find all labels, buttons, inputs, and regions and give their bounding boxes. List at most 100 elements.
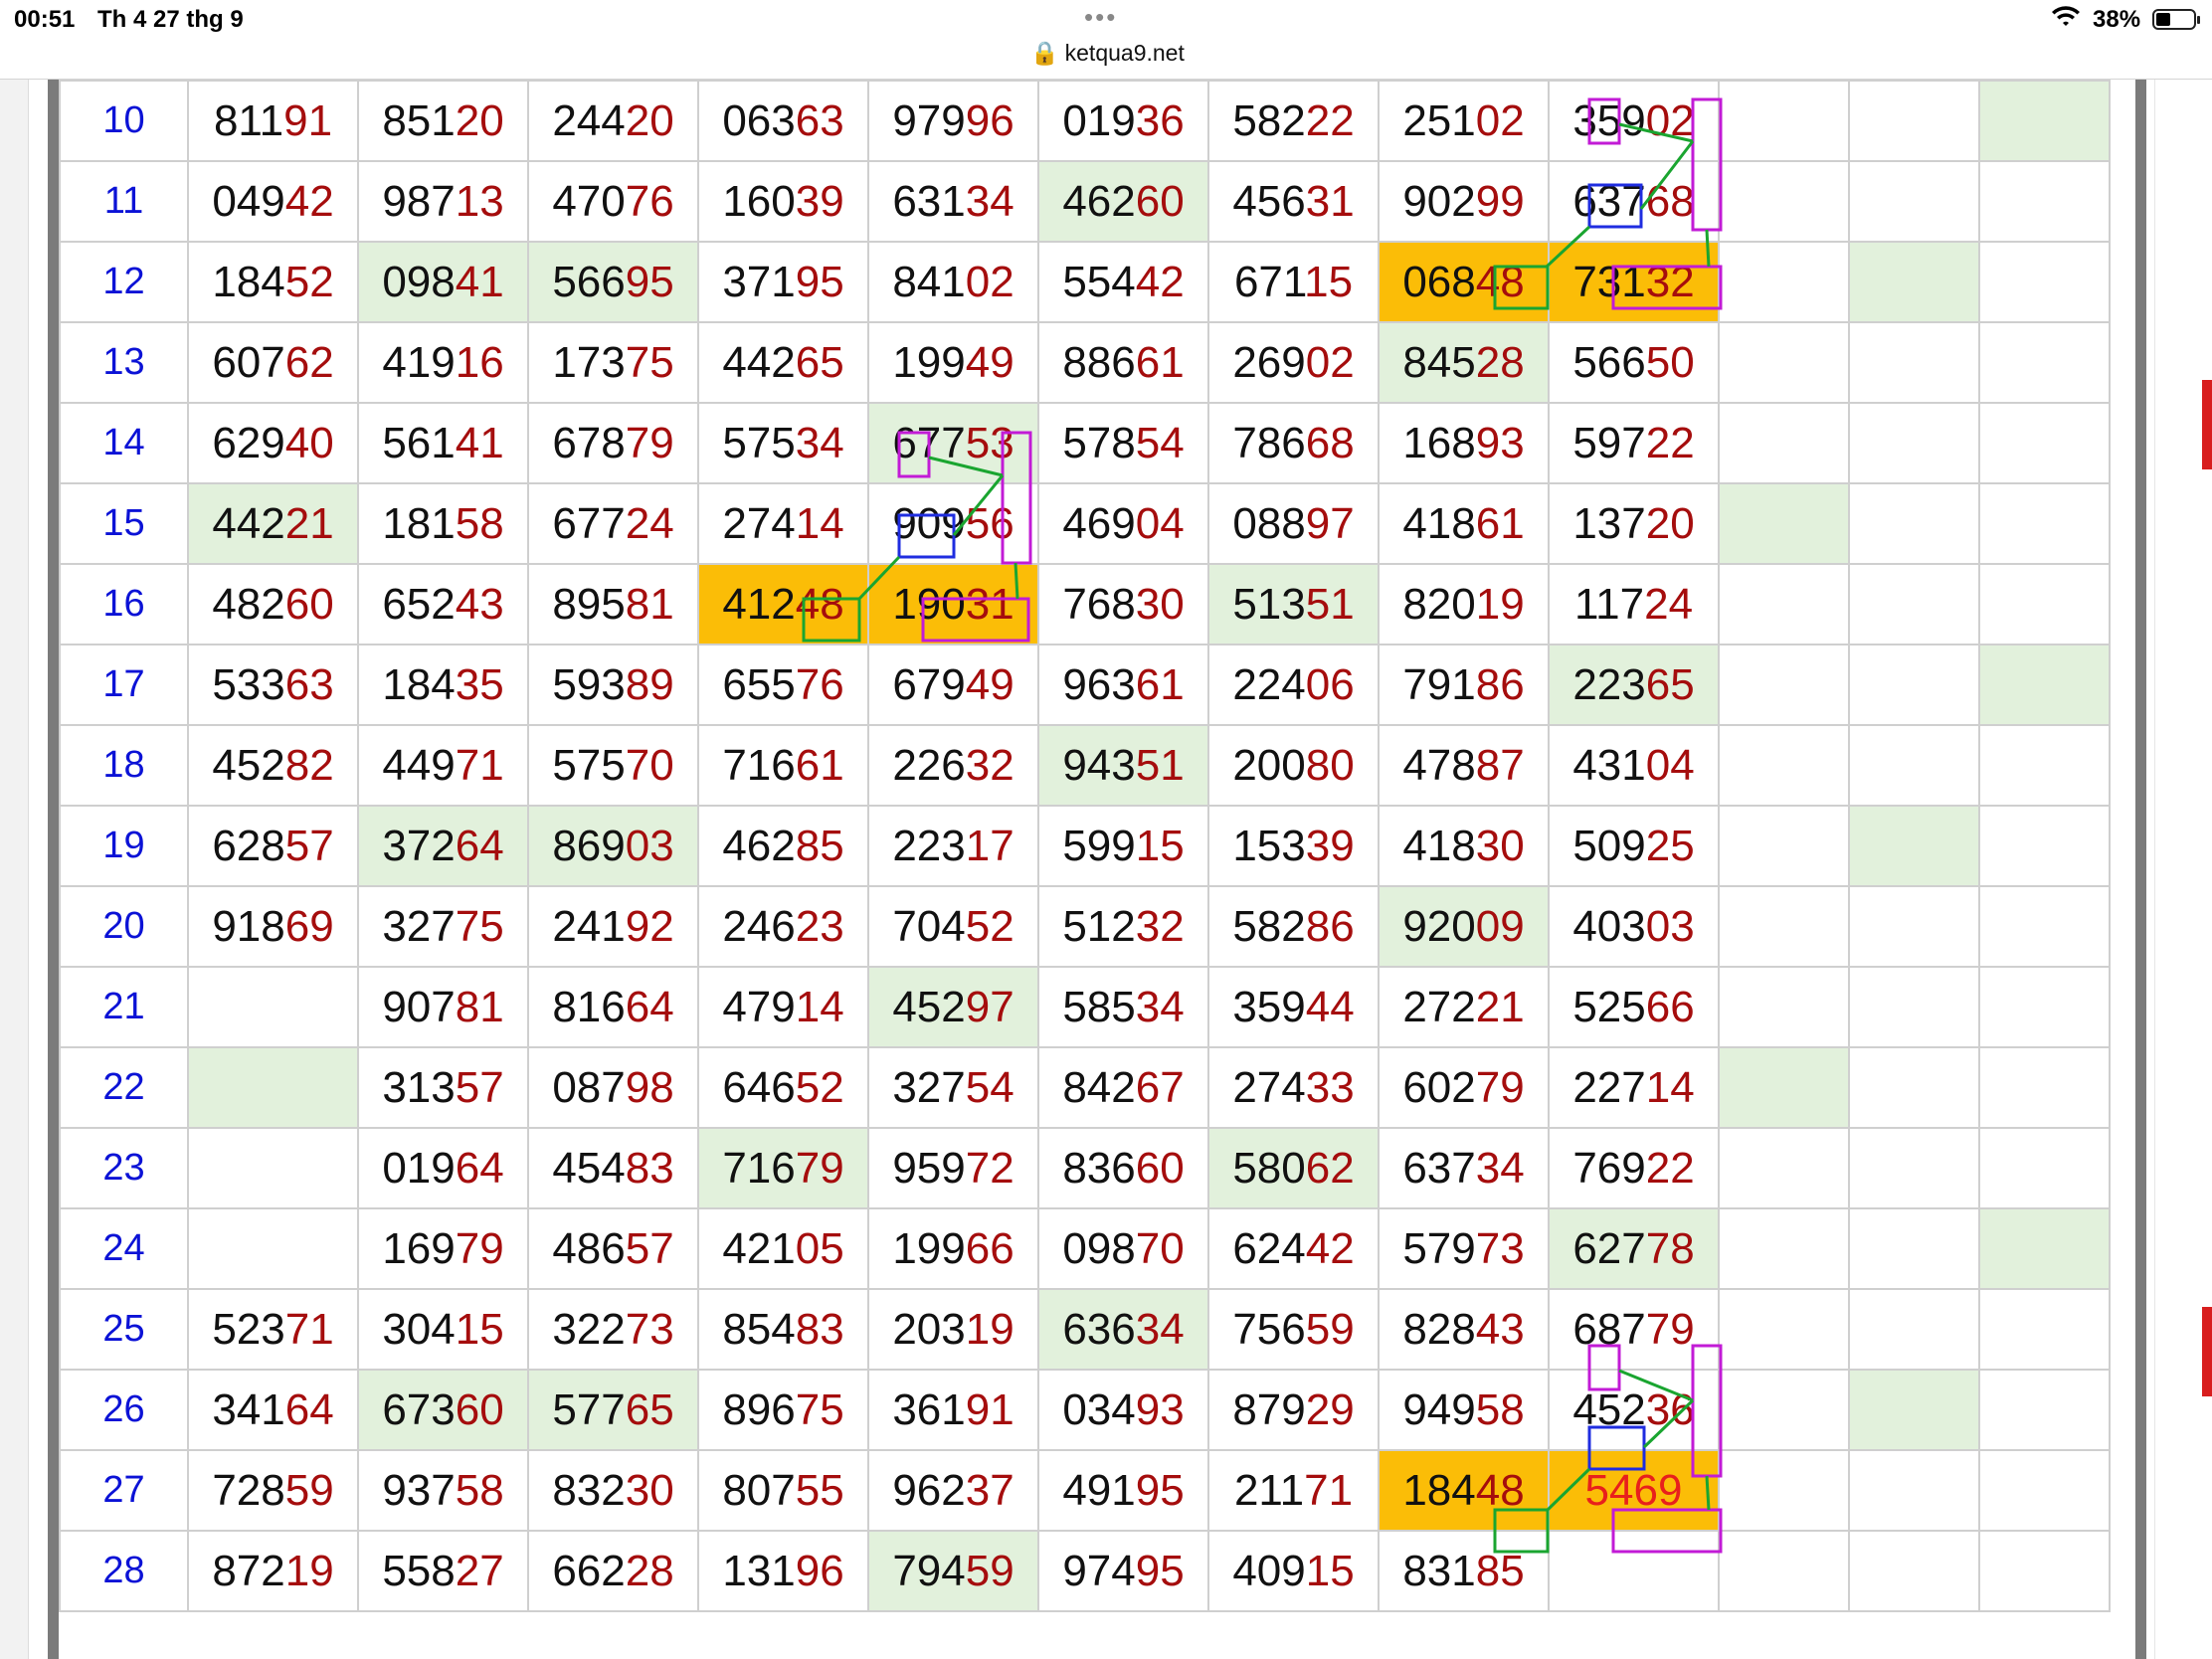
result-cell: 71679 [697,1127,869,1209]
table-row: 14 62940 56141 67879 57534 67753 57854 78668 168… [59,402,2111,484]
result-cell: 95972 [867,1127,1039,1209]
result-cell: 93758 [357,1449,529,1532]
result-cell: 59915 [1037,805,1209,887]
row-index: 16 [59,563,189,645]
result-cell: 67949 [867,644,1039,726]
table-row: 15 44221 18158 67724 27414 90956 46904 08897 418… [59,482,2111,565]
table-row: 17 53363 18435 59389 65576 67949 96361 22406 791… [59,644,2111,726]
empty-cell [1978,1288,2111,1371]
empty-cell [1718,885,1850,968]
result-cell: 91869 [187,885,359,968]
empty-cell [1848,80,1980,162]
result-cell: 40915 [1207,1530,1380,1612]
result-cell: 51351 [1207,563,1380,645]
result-cell: 48260 [187,563,359,645]
empty-cell [1718,966,1850,1048]
result-cell: 22317 [867,805,1039,887]
lock-icon: 🔒 [1030,40,1059,66]
url-bar[interactable]: 🔒 ketqua9.net [1030,40,1185,67]
result-cell: 09841 [357,241,529,323]
result-cell: 41830 [1378,805,1550,887]
result-cell: 57765 [527,1369,699,1451]
empty-cell [1978,1530,2111,1612]
result-cell: 97495 [1037,1530,1209,1612]
result-cell: 52371 [187,1288,359,1371]
result-cell: 67360 [357,1369,529,1451]
result-cell: 18448 [1378,1449,1550,1532]
result-cell: 32273 [527,1288,699,1371]
result-cell: 06363 [697,80,869,162]
result-cell: 66228 [527,1530,699,1612]
result-cell: 63734 [1378,1127,1550,1209]
result-cell: 63768 [1548,160,1720,243]
result-cell: 82019 [1378,563,1550,645]
table-row: 26 34164 67360 57765 89675 36191 03493 87929 949… [59,1369,2111,1451]
result-cell: 5469 [1548,1449,1720,1532]
empty-cell [1718,563,1850,645]
result-cell: 19031 [867,563,1039,645]
empty-cell [1978,241,2111,323]
result-cell: 75659 [1207,1288,1380,1371]
result-cell: 56695 [527,241,699,323]
result-cell: 45282 [187,724,359,807]
result-cell: 60279 [1378,1046,1550,1129]
wifi-icon [2051,6,2081,37]
empty-cell [1848,1127,1980,1209]
result-cell: 87219 [187,1530,359,1612]
empty-cell [1978,563,2111,645]
empty-cell [1848,321,1980,404]
result-cell: 62857 [187,805,359,887]
row-index: 12 [59,241,189,323]
result-cell: 41916 [357,321,529,404]
empty-cell [1718,1369,1850,1451]
empty-cell [1848,1207,1980,1290]
result-cell: 36191 [867,1369,1039,1451]
table-row: 28 87219 55827 66228 13196 79459 97495 40915 831… [59,1530,2111,1612]
table-row: 25 52371 30415 32273 85483 20319 63634 75659 828… [59,1288,2111,1371]
left-scroll-rail [0,80,29,1659]
result-cell: 03493 [1037,1369,1209,1451]
row-index: 10 [59,80,189,162]
table-row: 21 90781 81664 47914 45297 58534 35944 27221 525… [59,966,2111,1048]
result-cell: 45297 [867,966,1039,1048]
empty-cell [1718,1530,1850,1612]
result-cell: 41248 [697,563,869,645]
result-cell: 60762 [187,321,359,404]
result-cell: 70452 [867,885,1039,968]
empty-cell [1978,885,2111,968]
result-cell: 96237 [867,1449,1039,1532]
result-cell: 26902 [1207,321,1380,404]
row-index: 21 [59,966,189,1048]
result-cell: 87929 [1207,1369,1380,1451]
result-cell: 84528 [1378,321,1550,404]
row-index: 26 [59,1369,189,1451]
result-cell: 56650 [1548,321,1720,404]
result-cell: 37195 [697,241,869,323]
empty-cell [1848,482,1980,565]
row-index: 19 [59,805,189,887]
result-cell: 21171 [1207,1449,1380,1532]
result-cell: 81191 [187,80,359,162]
result-cell: 90299 [1378,160,1550,243]
empty-cell [1718,241,1850,323]
result-cell: 19966 [867,1207,1039,1290]
result-cell: 57570 [527,724,699,807]
result-cell: 18158 [357,482,529,565]
result-cell: 35902 [1548,80,1720,162]
result-cell: 80755 [697,1449,869,1532]
empty-cell [1848,885,1980,968]
empty-cell [1978,321,2111,404]
status-bar: 00:51 Th 4 27 thg 9 ••• 🔒 ketqua9.net 38% [0,0,2212,80]
row-index: 15 [59,482,189,565]
result-cell: 83660 [1037,1127,1209,1209]
empty-cell [1978,805,2111,887]
battery-percent: 38% [2093,6,2141,33]
empty-cell [1978,966,2111,1048]
result-cell: 55442 [1037,241,1209,323]
result-cell: 18452 [187,241,359,323]
more-dots-icon[interactable]: ••• [1084,2,1117,33]
result-cell: 46260 [1037,160,1209,243]
empty-cell [1848,805,1980,887]
row-index: 22 [59,1046,189,1129]
row-index: 13 [59,321,189,404]
